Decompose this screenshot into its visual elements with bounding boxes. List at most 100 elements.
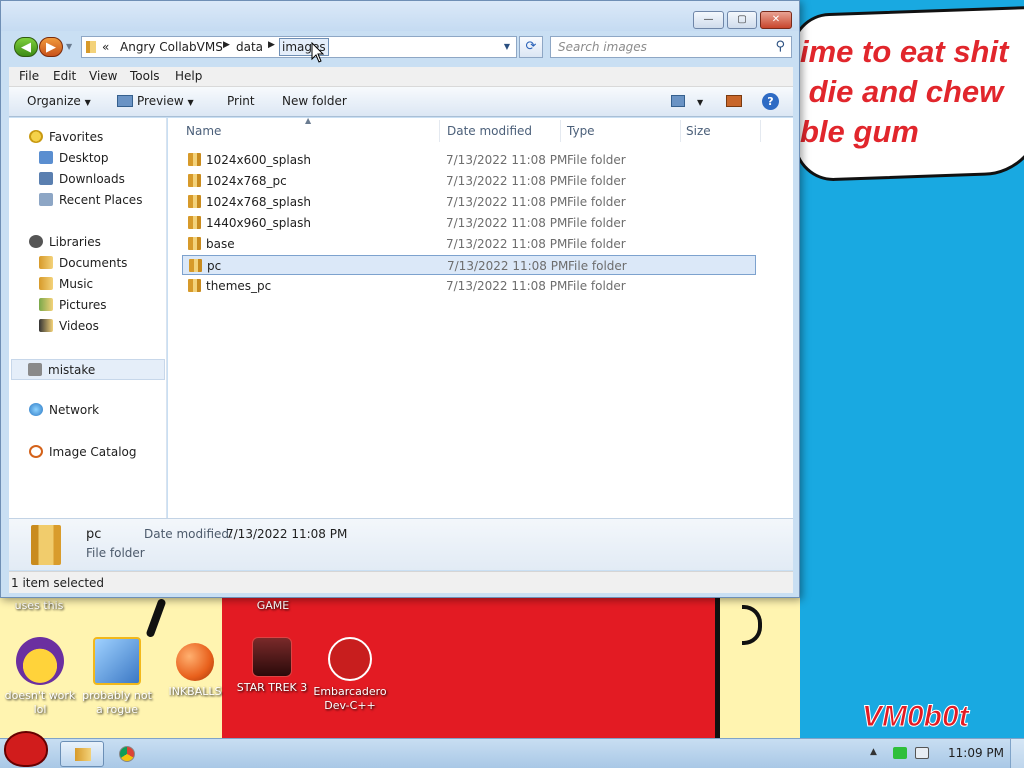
file-date: 7/13/2022 11:08 PM [446, 174, 568, 188]
print-button[interactable]: Print [227, 94, 255, 108]
image-catalog-icon [29, 445, 43, 458]
breadcrumb-angry-collabvms[interactable]: Angry CollabVMS [120, 40, 223, 54]
file-row[interactable]: themes_pc 7/13/2022 11:08 PM File folder [182, 276, 756, 296]
file-row[interactable]: 1024x768_pc 7/13/2022 11:08 PM File fold… [182, 171, 756, 191]
file-row[interactable]: 1024x600_splash 7/13/2022 11:08 PM File … [182, 150, 756, 170]
folder-icon [31, 525, 61, 565]
new-folder-button[interactable]: New folder [282, 94, 347, 108]
breadcrumb-separator-icon[interactable]: ▶ [223, 40, 230, 50]
file-type: File folder [568, 259, 627, 273]
downloads-icon [39, 172, 53, 185]
forward-arrow-icon[interactable]: ▶ [39, 37, 63, 57]
desktop-icon-devcpp[interactable]: Embarcadero Dev-C++ [312, 637, 388, 713]
column-divider[interactable] [760, 120, 761, 142]
desktop-caption: uses this [14, 599, 64, 612]
devcpp-icon [328, 637, 372, 681]
search-icon: ⚲ [775, 39, 785, 54]
breadcrumb-data[interactable]: data [236, 40, 263, 54]
column-header-size[interactable]: Size [686, 124, 711, 138]
folder-icon [188, 279, 201, 292]
change-view-button[interactable]: ▼ [671, 94, 703, 108]
title-bar[interactable]: — ▢ ✕ [1, 1, 799, 31]
column-header-date-modified[interactable]: Date modified [447, 124, 532, 138]
nav-label: Videos [59, 319, 99, 333]
desktop-icon-label: INKBALLS [168, 685, 222, 698]
back-arrow-icon[interactable]: ◀ [14, 37, 38, 57]
nav-image-catalog[interactable]: Image Catalog [29, 445, 136, 459]
details-modified-label: Date modified: [144, 527, 234, 541]
menu-view[interactable]: View [89, 69, 117, 83]
folder-icon [188, 216, 201, 229]
column-divider[interactable] [439, 120, 440, 142]
nav-network[interactable]: Network [29, 403, 99, 417]
file-name: 1024x768_pc [206, 174, 287, 188]
inkball-icon [176, 643, 214, 681]
organize-button[interactable]: Organize ▼ [27, 94, 91, 108]
desktop-icon-rogue[interactable]: probably not a rogue [79, 637, 155, 717]
menu-file[interactable]: File [19, 69, 39, 83]
desktop-icon-yahoo[interactable]: doesn't work lol [2, 637, 78, 717]
taskbar-explorer-button[interactable] [60, 741, 104, 767]
menu-tools[interactable]: Tools [130, 69, 160, 83]
nav-videos[interactable]: Videos [39, 319, 99, 333]
file-row-selected[interactable]: pc 7/13/2022 11:08 PM File folder [182, 255, 756, 275]
nav-desktop[interactable]: Desktop [39, 151, 109, 165]
minimize-button[interactable]: — [693, 11, 724, 29]
nav-music[interactable]: Music [39, 277, 93, 291]
menu-help[interactable]: Help [175, 69, 202, 83]
file-row[interactable]: base 7/13/2022 11:08 PM File folder [182, 234, 756, 254]
menu-edit[interactable]: Edit [53, 69, 76, 83]
volume-icon[interactable] [915, 747, 929, 759]
column-header-type[interactable]: Type [567, 124, 595, 138]
network-tray-icon[interactable] [893, 747, 907, 759]
nav-label: Recent Places [59, 193, 143, 207]
file-type: File folder [567, 153, 626, 167]
show-hidden-icons-arrow[interactable]: ▲ [870, 747, 877, 757]
recent-pages-chevron-icon[interactable]: ▼ [66, 42, 72, 51]
preview-button[interactable]: Preview ▼ [117, 94, 194, 108]
command-bar: Organize ▼ Preview ▼ Print New folder ▼ … [9, 87, 793, 117]
nav-documents[interactable]: Documents [39, 256, 127, 270]
nav-mistake[interactable]: mistake [11, 359, 165, 380]
libraries-icon [29, 235, 43, 248]
organize-label: Organize [27, 94, 81, 108]
folder-icon [75, 748, 91, 761]
desktop-icon-inkballs[interactable]: INKBALLS [157, 637, 233, 699]
maximize-button[interactable]: ▢ [727, 11, 757, 29]
desktop-icon-star-trek[interactable]: STAR TREK 3 [234, 637, 310, 695]
column-divider[interactable] [680, 120, 681, 142]
nav-libraries[interactable]: Libraries [29, 235, 101, 249]
file-row[interactable]: 1440x960_splash 7/13/2022 11:08 PM File … [182, 213, 756, 233]
close-button[interactable]: ✕ [760, 11, 792, 29]
navigation-row: ◀ ▶ ▼ « Angry CollabVMS ▶ data ▶ images … [1, 31, 799, 63]
file-date: 7/13/2022 11:08 PM [446, 153, 568, 167]
file-date: 7/13/2022 11:08 PM [447, 259, 569, 273]
network-icon [29, 403, 43, 416]
column-header-name[interactable]: Name [186, 124, 221, 138]
file-type: File folder [567, 279, 626, 293]
nav-downloads[interactable]: Downloads [39, 172, 125, 186]
desktop-icon-label: probably not a rogue [82, 689, 152, 716]
show-desktop-button[interactable] [1010, 739, 1024, 768]
chevron-down-icon: ▼ [187, 98, 194, 107]
file-row[interactable]: 1024x768_splash 7/13/2022 11:08 PM File … [182, 192, 756, 212]
file-name: themes_pc [206, 279, 272, 293]
address-dropdown-icon[interactable]: ▼ [504, 42, 510, 51]
breadcrumb-separator-icon[interactable]: ▶ [268, 40, 275, 50]
column-divider[interactable] [560, 120, 561, 142]
nav-favorites[interactable]: Favorites [29, 130, 103, 144]
preview-pane-button[interactable] [726, 94, 746, 108]
clock[interactable]: 11:09 PM [948, 746, 1004, 760]
status-bar: 1 item selected [9, 571, 793, 593]
refresh-button[interactable]: ⟳ [519, 36, 543, 58]
start-button-angry-bird-icon[interactable] [4, 731, 48, 767]
address-bar[interactable]: « Angry CollabVMS ▶ data ▶ images ▼ [81, 36, 517, 58]
nav-pictures[interactable]: Pictures [39, 298, 107, 312]
nav-label: Music [59, 277, 94, 291]
folder-icon [188, 174, 201, 187]
search-input[interactable]: Search images ⚲ [550, 36, 792, 58]
taskbar-chrome-button[interactable] [106, 741, 150, 767]
breadcrumb-overflow[interactable]: « [102, 40, 109, 54]
nav-recent-places[interactable]: Recent Places [39, 193, 142, 207]
help-icon[interactable]: ? [762, 93, 779, 110]
